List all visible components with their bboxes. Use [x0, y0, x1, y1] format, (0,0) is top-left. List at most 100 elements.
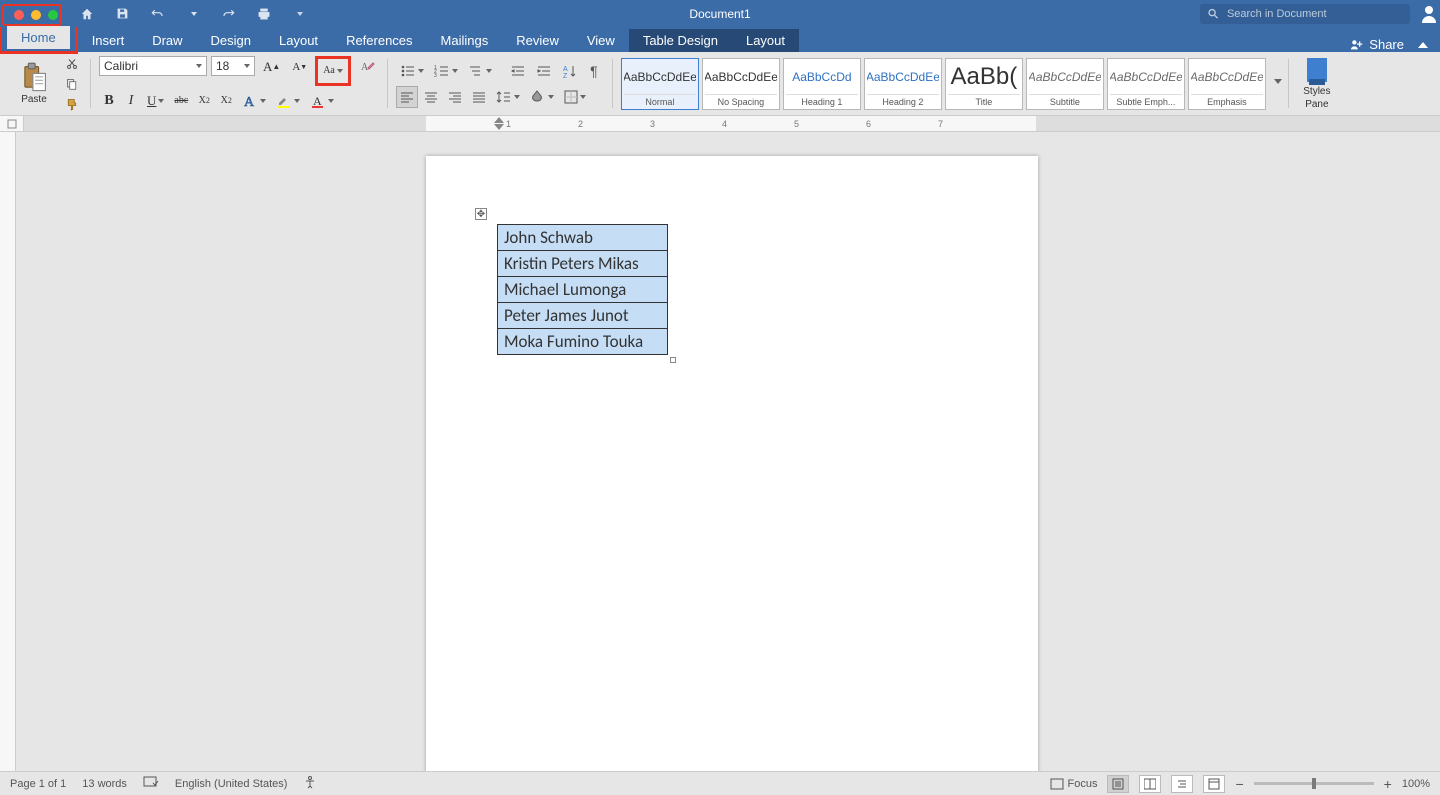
change-case-button[interactable]: Aa	[319, 60, 347, 82]
table-cell[interactable]: Moka Fumino Touka	[498, 329, 668, 355]
table-cell[interactable]: Peter James Junot	[498, 303, 668, 329]
focus-mode-button[interactable]: Focus	[1050, 778, 1098, 790]
decrease-indent-button[interactable]	[506, 60, 530, 82]
multilevel-list-button[interactable]	[464, 60, 496, 82]
maximize-window-button[interactable]	[48, 10, 58, 20]
zoom-slider-thumb[interactable]	[1312, 778, 1316, 789]
close-window-button[interactable]	[14, 10, 24, 20]
document-table[interactable]: John SchwabKristin Peters MikasMichael L…	[497, 224, 668, 355]
table-cell[interactable]: John Schwab	[498, 225, 668, 251]
underline-button[interactable]: U	[143, 90, 168, 112]
table-cell[interactable]: Kristin Peters Mikas	[498, 251, 668, 277]
justify-button[interactable]	[468, 86, 490, 108]
zoom-out-button[interactable]: −	[1235, 776, 1243, 792]
horizontal-ruler[interactable]: 1234567	[24, 116, 1440, 132]
print-icon[interactable]	[253, 3, 275, 25]
save-icon[interactable]	[112, 3, 133, 25]
format-painter-button[interactable]	[62, 95, 82, 113]
tab-review[interactable]: Review	[502, 29, 573, 52]
table-cell[interactable]: Michael Lumonga	[498, 277, 668, 303]
copy-button[interactable]	[62, 75, 82, 93]
status-accessibility-icon[interactable]	[303, 775, 317, 792]
style-title[interactable]: AaBb(Title	[945, 58, 1023, 110]
show-marks-button[interactable]: ¶	[584, 60, 604, 82]
style-subtle-emph-[interactable]: AaBbCcDdEeSubtle Emph...	[1107, 58, 1185, 110]
clear-formatting-button[interactable]: A	[355, 56, 379, 78]
undo-dropdown[interactable]	[183, 3, 203, 25]
draft-view-button[interactable]	[1203, 775, 1225, 793]
table-row[interactable]: Michael Lumonga	[498, 277, 668, 303]
increase-indent-button[interactable]	[532, 60, 556, 82]
home-icon[interactable]	[76, 3, 98, 25]
tab-view[interactable]: View	[573, 29, 629, 52]
table-row[interactable]: John Schwab	[498, 225, 668, 251]
shading-button[interactable]	[526, 86, 558, 108]
highlight-color-button[interactable]	[272, 90, 304, 112]
status-word-count[interactable]: 13 words	[82, 778, 127, 790]
user-account-icon[interactable]	[1420, 4, 1440, 24]
style-subtitle[interactable]: AaBbCcDdEeSubtitle	[1026, 58, 1104, 110]
tab-home[interactable]: Home	[7, 26, 70, 49]
table-row[interactable]: Peter James Junot	[498, 303, 668, 329]
collapse-ribbon-icon[interactable]	[1418, 42, 1428, 48]
style-heading-1[interactable]: AaBbCcDdHeading 1	[783, 58, 861, 110]
tab-draw[interactable]: Draw	[138, 29, 196, 52]
tab-references[interactable]: References	[332, 29, 426, 52]
font-size-combo[interactable]: 18	[211, 56, 255, 76]
table-row[interactable]: Kristin Peters Mikas	[498, 251, 668, 277]
outline-view-button[interactable]	[1171, 775, 1193, 793]
table-row[interactable]: Moka Fumino Touka	[498, 329, 668, 355]
tab-table-design[interactable]: Table Design	[629, 29, 732, 52]
zoom-level[interactable]: 100%	[1402, 778, 1430, 790]
tab-mailings[interactable]: Mailings	[427, 29, 503, 52]
grow-font-button[interactable]: A▲	[259, 56, 284, 78]
bold-button[interactable]: B	[99, 90, 119, 112]
align-center-button[interactable]	[420, 86, 442, 108]
tab-insert[interactable]: Insert	[78, 29, 139, 52]
status-spellcheck-icon[interactable]	[143, 775, 159, 792]
sort-button[interactable]: AZ	[558, 60, 582, 82]
styles-more-button[interactable]	[1270, 55, 1284, 107]
redo-icon[interactable]	[217, 3, 239, 25]
undo-icon[interactable]	[147, 3, 169, 25]
line-spacing-button[interactable]	[492, 86, 524, 108]
table-resize-handle[interactable]	[670, 357, 676, 363]
search-box[interactable]	[1200, 4, 1410, 24]
web-layout-view-button[interactable]	[1139, 775, 1161, 793]
shrink-font-button[interactable]: A▼	[288, 56, 311, 78]
print-layout-view-button[interactable]	[1107, 775, 1129, 793]
status-language[interactable]: English (United States)	[175, 778, 288, 790]
style-no-spacing[interactable]: AaBbCcDdEeNo Spacing	[702, 58, 780, 110]
share-button[interactable]: Share	[1350, 37, 1404, 52]
font-name-combo[interactable]: Calibri	[99, 56, 207, 76]
text-effects-button[interactable]: A	[238, 90, 270, 112]
styles-pane-button[interactable]: Styles Pane	[1293, 55, 1341, 112]
subscript-button[interactable]: X2	[194, 90, 214, 112]
zoom-slider[interactable]	[1254, 782, 1374, 785]
numbering-button[interactable]: 123	[430, 60, 462, 82]
tab-layout[interactable]: Layout	[265, 29, 332, 52]
zoom-in-button[interactable]: +	[1384, 776, 1392, 792]
borders-button[interactable]	[560, 86, 590, 108]
bullets-button[interactable]	[396, 60, 428, 82]
minimize-window-button[interactable]	[31, 10, 41, 20]
paste-button[interactable]: Paste	[14, 62, 54, 105]
tab-table-layout[interactable]: Layout	[732, 29, 799, 52]
tab-design[interactable]: Design	[197, 29, 265, 52]
strikethrough-button[interactable]: abc	[170, 90, 192, 112]
table-move-handle[interactable]: ✥	[475, 208, 487, 220]
superscript-button[interactable]: X2	[216, 90, 236, 112]
style-heading-2[interactable]: AaBbCcDdEeHeading 2	[864, 58, 942, 110]
status-page[interactable]: Page 1 of 1	[10, 778, 66, 790]
italic-button[interactable]: I	[121, 90, 141, 112]
cut-button[interactable]	[62, 55, 82, 73]
ruler-corner[interactable]	[0, 116, 24, 132]
font-color-button[interactable]: A	[306, 90, 338, 112]
style-normal[interactable]: AaBbCcDdEeNormal	[621, 58, 699, 110]
vertical-ruler[interactable]	[0, 132, 16, 771]
search-input[interactable]	[1225, 7, 1402, 21]
align-right-button[interactable]	[444, 86, 466, 108]
style-emphasis[interactable]: AaBbCcDdEeEmphasis	[1188, 58, 1266, 110]
qat-customize-dropdown[interactable]	[289, 3, 309, 25]
document-canvas[interactable]: ✥ John SchwabKristin Peters MikasMichael…	[16, 132, 1440, 771]
